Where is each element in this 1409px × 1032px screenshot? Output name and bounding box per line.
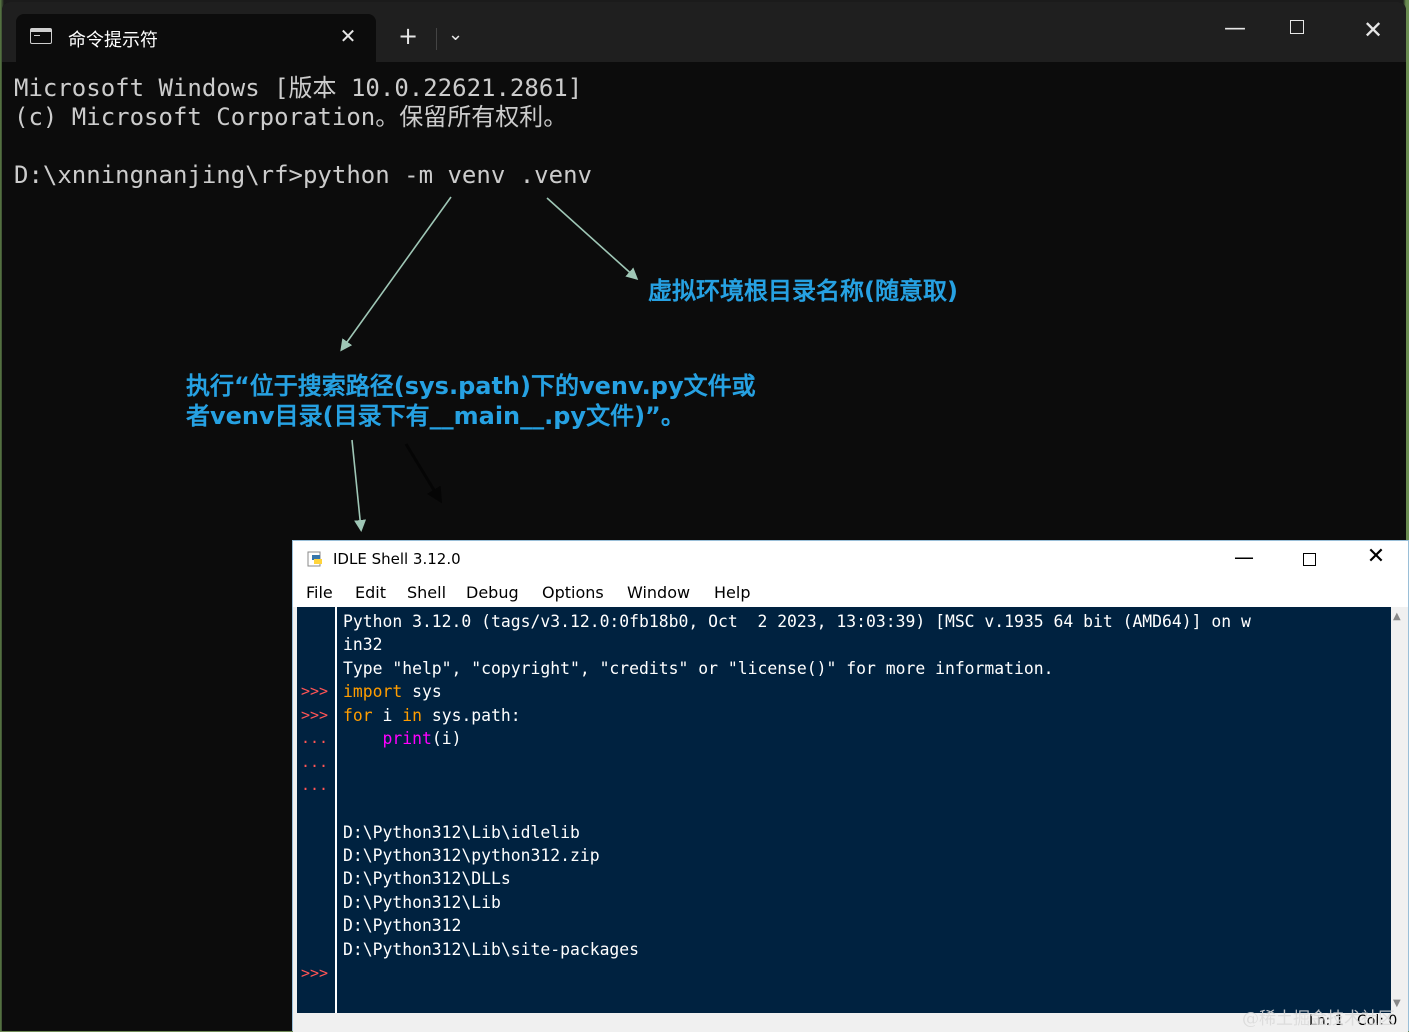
keyword-in: in [402, 705, 422, 725]
terminal-tab[interactable]: 命令提示符 ✕ [16, 14, 376, 62]
prompt-gutter: >>> >>> ... ... ... >>> [297, 607, 337, 1013]
primary-prompt: >>> [301, 964, 329, 982]
python-icon [307, 551, 322, 567]
output-line: D:\Python312\python312.zip [343, 846, 600, 866]
menu-window[interactable]: Window [627, 583, 690, 602]
idle-window-title: IDLE Shell 3.12.0 [333, 550, 461, 568]
output-line: D:\Python312\Lib\site-packages [343, 939, 640, 959]
code-text: sys.path: [421, 705, 521, 725]
idle-titlebar: IDLE Shell 3.12.0 — ✕ [293, 541, 1408, 579]
menu-options[interactable]: Options [542, 583, 604, 602]
idle-close-button[interactable]: ✕ [1361, 544, 1391, 569]
terminal-command-line: D:\xnningnanjing\rf>python -m venv .venv [14, 161, 592, 189]
menu-file[interactable]: File [306, 583, 333, 602]
keyword-for: for [343, 705, 373, 725]
scroll-up-icon[interactable]: ▲ [1393, 611, 1401, 622]
continuation-prompt: ... [301, 776, 329, 794]
watermark: @稀土掘金技术社区 [1242, 1009, 1395, 1029]
maximize-button[interactable] [1290, 20, 1304, 34]
output-line: D:\Python312\Lib\idlelib [343, 822, 580, 842]
code-text: i [372, 705, 403, 725]
terminal-line: (c) Microsoft Corporation。保留所有权利。 [14, 103, 568, 131]
banner-line: Python 3.12.0 (tags/v3.12.0:0fb18b0, Oct… [343, 612, 1251, 631]
annotation-venv-name: 虚拟环境根目录名称(随意取) [648, 277, 958, 305]
keyword-import: import [343, 682, 403, 702]
banner-line: in32 [343, 635, 383, 655]
builtin-print: print [382, 729, 432, 749]
idle-shell-editor[interactable]: >>> >>> ... ... ... >>> Python 3.12.0 (t… [297, 607, 1391, 1013]
output-line: D:\Python312\Lib [343, 892, 501, 912]
menu-shell[interactable]: Shell [407, 583, 446, 602]
terminal-titlebar: 命令提示符 ✕ + ⌄ — ✕ [2, 2, 1406, 62]
primary-prompt: >>> [301, 682, 329, 700]
menu-edit[interactable]: Edit [355, 583, 386, 602]
chevron-down-icon[interactable]: ⌄ [448, 24, 463, 45]
code-line-import: import sys [343, 680, 1251, 703]
shell-text: Python 3.12.0 (tags/v3.12.0:0fb18b0, Oct… [343, 610, 1251, 961]
idle-statusbar: Ln: 1 Col: 0 [293, 1013, 1408, 1032]
terminal-line: Microsoft Windows [版本 10.0.22621.2861] [14, 74, 583, 102]
output-line: D:\Python312 [343, 916, 462, 936]
continuation-prompt: ... [301, 753, 329, 771]
output-line: D:\Python312\DLLs [343, 869, 511, 889]
annotation-exec-line-2: 者venv目录(目录下有__main__.py文件)”。 [186, 402, 685, 430]
menu-help[interactable]: Help [714, 583, 750, 602]
banner-line: Type "help", "copyright", "credits" or "… [343, 658, 1054, 678]
vertical-scrollbar[interactable]: ▲ ▼ [1391, 607, 1406, 1013]
idle-shell-window: IDLE Shell 3.12.0 — ✕ File Edit Shell De… [292, 540, 1409, 1032]
primary-prompt: >>> [301, 706, 329, 724]
close-button[interactable]: ✕ [1358, 16, 1388, 44]
minimize-button[interactable]: — [1220, 16, 1250, 41]
menu-debug[interactable]: Debug [466, 583, 519, 602]
command-prompt-icon [30, 28, 52, 44]
terminal-output[interactable]: Microsoft Windows [版本 10.0.22621.2861] (c… [14, 74, 592, 190]
code-line-for: for i in sys.path: [343, 704, 1251, 727]
tab-close-icon[interactable]: ✕ [336, 24, 360, 48]
idle-menubar: File Edit Shell Debug Options Window Hel… [293, 579, 1408, 607]
titlebar-divider [436, 28, 437, 50]
idle-minimize-button[interactable]: — [1229, 545, 1259, 569]
code-text: (i) [431, 729, 462, 749]
code-line-print: print(i) [343, 727, 1251, 750]
continuation-prompt: ... [301, 729, 329, 747]
new-tab-button[interactable]: + [398, 24, 418, 48]
terminal-tab-title: 命令提示符 [68, 30, 158, 51]
code-text: sys [402, 682, 442, 702]
idle-maximize-button[interactable] [1303, 553, 1316, 566]
